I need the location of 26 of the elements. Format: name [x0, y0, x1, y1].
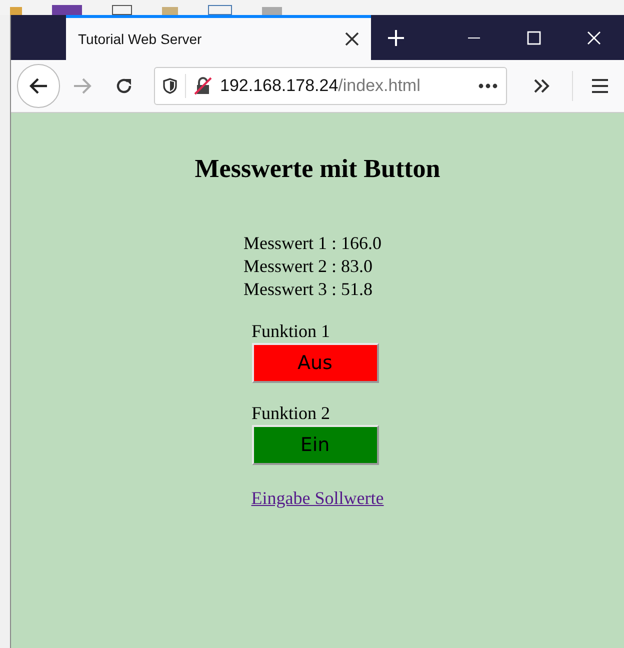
- close-icon: [587, 30, 601, 44]
- more-icon[interactable]: [478, 83, 498, 89]
- back-arrow-icon: [28, 77, 48, 95]
- plus-icon: [387, 28, 405, 46]
- measurement-text: Messwert 2 : 83.0: [244, 255, 374, 278]
- browser-tab[interactable]: Tutorial Web Server: [66, 15, 371, 60]
- forward-arrow-icon: [73, 77, 94, 95]
- url-text: 192.168.178.24/index.html: [220, 75, 422, 98]
- measurement-text: Messwert 3 : 51.8: [244, 278, 374, 301]
- function-label: Funktion 2: [252, 403, 330, 423]
- minimize-icon: [468, 36, 480, 38]
- close-icon[interactable]: [345, 32, 359, 46]
- tab-title: Tutorial Web Server: [78, 30, 202, 48]
- toggle-button[interactable]: Aus: [252, 343, 378, 383]
- page-heading: Messwerte mit Button: [194, 153, 440, 185]
- function-label: Funktion 1: [252, 321, 330, 341]
- back-button[interactable]: [17, 64, 60, 108]
- measurement-text: Messwert 1 : 166.0: [244, 232, 382, 255]
- settings-link[interactable]: Eingabe Sollwerte: [251, 485, 384, 512]
- shield-icon: [162, 78, 177, 94]
- toggle-button[interactable]: Ein: [252, 425, 378, 465]
- maximize-icon: [527, 30, 541, 44]
- insecure-lock-icon: [194, 77, 212, 95]
- double-chevron-icon: [533, 78, 552, 94]
- menu-icon: [591, 78, 610, 94]
- address-field[interactable]: 192.168.178.24/index.html: [154, 67, 507, 105]
